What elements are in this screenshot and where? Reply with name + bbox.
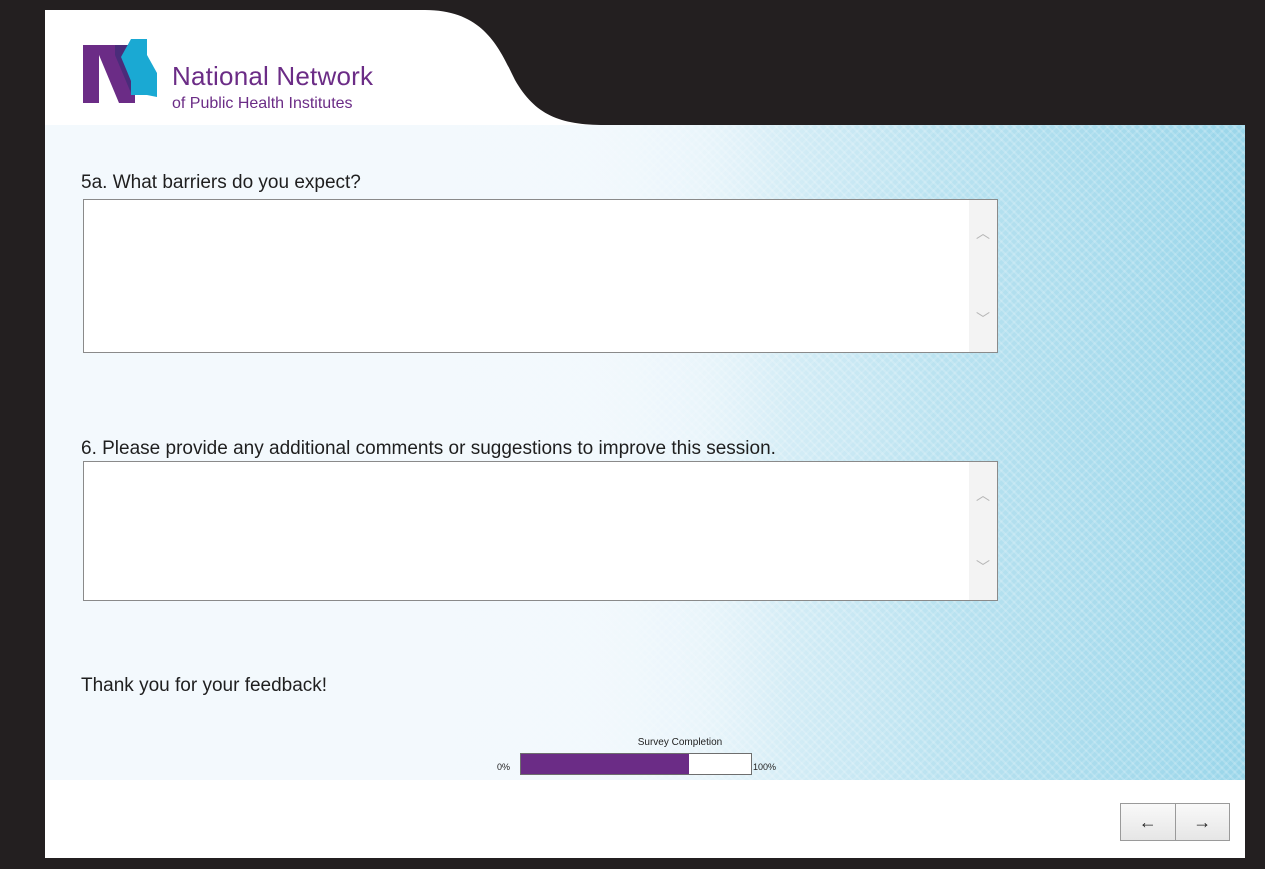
question-5a-textarea[interactable] bbox=[84, 200, 969, 352]
progress-bar bbox=[520, 753, 752, 775]
progress-title: Survey Completion bbox=[637, 737, 723, 748]
question-6-scrollbar[interactable]: ︿ ﹀ bbox=[969, 462, 997, 600]
question-6-label: 6. Please provide any additional comment… bbox=[81, 438, 776, 459]
survey-content: 5a. What barriers do you expect? ︿ ﹀ 6. … bbox=[45, 125, 1245, 780]
back-button[interactable]: ← bbox=[1121, 804, 1175, 840]
logo: National Network of Public Health Instit… bbox=[75, 35, 415, 115]
question-5a-scrollbar[interactable]: ︿ ﹀ bbox=[969, 200, 997, 352]
next-button[interactable]: → bbox=[1174, 804, 1230, 840]
question-6-answer-box: ︿ ﹀ bbox=[83, 461, 998, 601]
nnphi-logo-icon bbox=[83, 39, 157, 103]
logo-subtitle: of Public Health Institutes bbox=[172, 95, 353, 112]
progress-fill bbox=[521, 754, 689, 774]
progress-min-label: 0% bbox=[497, 762, 511, 772]
scroll-up-icon[interactable]: ︿ bbox=[976, 488, 990, 502]
navigation-buttons: ← → bbox=[1120, 803, 1230, 841]
footer: ← → bbox=[45, 780, 1245, 858]
scroll-down-icon[interactable]: ﹀ bbox=[976, 560, 990, 574]
logo-title: National Network bbox=[172, 61, 374, 91]
thank-you-message: Thank you for your feedback! bbox=[81, 675, 328, 696]
question-5a-answer-box: ︿ ﹀ bbox=[83, 199, 998, 353]
progress-max-label: 100% bbox=[753, 762, 777, 772]
header: National Network of Public Health Instit… bbox=[45, 10, 1245, 125]
question-6-textarea[interactable] bbox=[84, 462, 969, 600]
scroll-up-icon[interactable]: ︿ bbox=[976, 226, 990, 240]
scroll-down-icon[interactable]: ﹀ bbox=[976, 312, 990, 326]
question-5a-label: 5a. What barriers do you expect? bbox=[81, 172, 361, 193]
survey-frame: National Network of Public Health Instit… bbox=[45, 10, 1245, 858]
survey-progress: Survey Completion 0% 100% bbox=[495, 737, 795, 781]
